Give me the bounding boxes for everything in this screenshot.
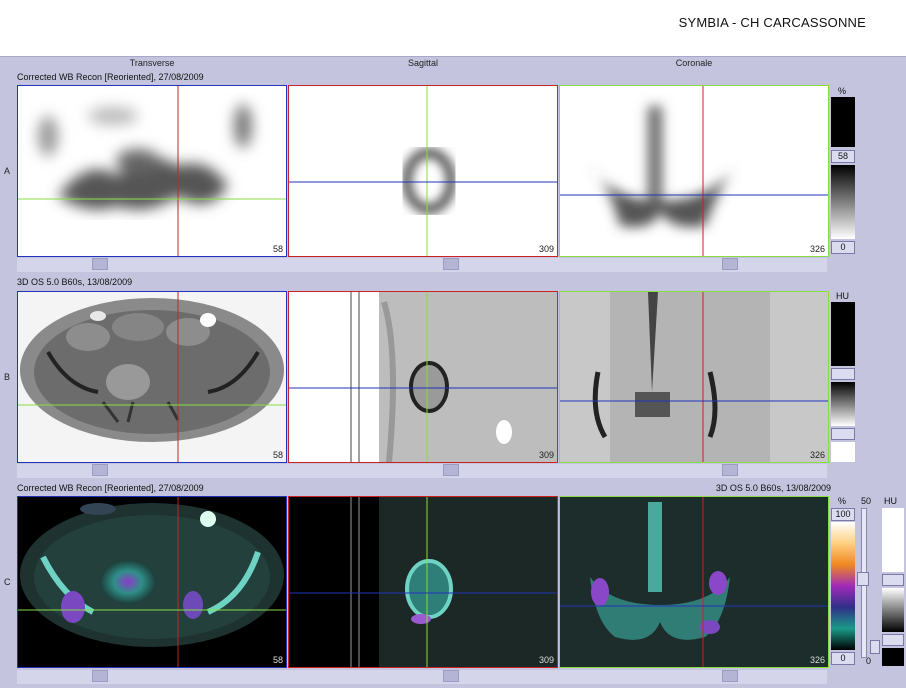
scale-b-unit: HU <box>836 291 849 301</box>
scale-c-fusion-value: 50 <box>861 496 872 506</box>
slice-slider-handle[interactable] <box>92 258 108 270</box>
row-b-series-label: 3D OS 5.0 B60s, 13/08/2009 <box>17 277 133 287</box>
column-header-transverse: Transverse <box>129 58 175 68</box>
row-label-b: B <box>4 372 11 382</box>
viewport-b-sagittal[interactable]: 309 <box>288 291 558 463</box>
slice-slider-handle[interactable] <box>443 670 459 682</box>
pet-min-value[interactable]: 0 <box>831 652 855 665</box>
scale-b-bottom-block <box>831 442 855 462</box>
row-label-c: C <box>4 577 11 587</box>
fusion-lower-handle[interactable] <box>870 640 880 654</box>
viewport-c-sagittal[interactable]: 309 <box>288 496 558 668</box>
slice-number: 326 <box>809 244 825 254</box>
row-c-series-left-label: Corrected WB Recon [Reoriented], 27/08/2… <box>17 483 204 493</box>
fusion-slider-handle[interactable] <box>857 572 869 586</box>
ct-scale-bottom-block <box>882 648 904 666</box>
column-header-coronal: Coronale <box>675 58 713 68</box>
scale-b-upper-handle[interactable] <box>831 368 855 380</box>
scale-a-unit: % <box>838 86 847 96</box>
pet-color-scale <box>831 522 855 650</box>
scale-a-min-value[interactable]: 0 <box>831 241 855 254</box>
slice-slider-handle[interactable] <box>443 258 459 270</box>
slice-number: 58 <box>272 450 283 460</box>
viewport-a-coronal[interactable]: 326 <box>559 85 829 257</box>
slice-slider-handle[interactable] <box>722 670 738 682</box>
slice-number: 309 <box>538 450 554 460</box>
slice-number: 58 <box>272 655 283 665</box>
viewport-c-transverse[interactable]: 58 <box>17 496 287 668</box>
scale-b-top-block <box>831 302 855 366</box>
scale-b-gradient <box>831 382 855 426</box>
slice-slider-handle[interactable] <box>92 464 108 476</box>
slice-number: 309 <box>538 244 554 254</box>
row-a-slider-track <box>17 258 827 272</box>
row-a-series-label: Corrected WB Recon [Reoriented], 27/08/2… <box>17 72 204 82</box>
slice-number: 309 <box>538 655 554 665</box>
scale-c-pet-unit: % <box>838 496 847 506</box>
scale-c-ct-unit: HU <box>884 496 897 506</box>
ct-scale-upper-handle[interactable] <box>882 574 904 586</box>
column-header-sagittal: Sagittal <box>407 58 439 68</box>
viewport-c-coronal[interactable]: 326 <box>559 496 829 668</box>
viewport-b-coronal[interactable]: 326 <box>559 291 829 463</box>
ct-scale-top-block <box>882 508 904 572</box>
slice-slider-handle[interactable] <box>722 258 738 270</box>
scale-a-top-block <box>831 97 855 147</box>
slice-slider-handle[interactable] <box>92 670 108 682</box>
ct-scale-lower-handle[interactable] <box>882 634 904 646</box>
ct-scale-gradient <box>882 588 904 632</box>
row-c-slider-track <box>17 670 827 684</box>
fusion-min-value: 0 <box>866 656 872 666</box>
pet-max-value[interactable]: 100 <box>831 508 855 521</box>
row-b-slider-track <box>17 464 827 478</box>
slice-slider-handle[interactable] <box>722 464 738 476</box>
scale-a-gradient <box>831 165 855 239</box>
viewport-a-transverse[interactable]: 58 <box>17 85 287 257</box>
viewport-b-transverse[interactable]: 58 <box>17 291 287 463</box>
row-label-a: A <box>4 166 11 176</box>
slice-number: 58 <box>272 244 283 254</box>
scale-b-lower-handle[interactable] <box>831 428 855 440</box>
scale-a-max-value[interactable]: 58 <box>831 150 855 163</box>
slice-slider-handle[interactable] <box>443 464 459 476</box>
site-title: SYMBIA - CH CARCASSONNE <box>678 15 866 30</box>
window-header: SYMBIA - CH CARCASSONNE <box>0 0 906 57</box>
row-c-series-right-label: 3D OS 5.0 B60s, 13/08/2009 <box>715 483 831 493</box>
slice-number: 326 <box>809 450 825 460</box>
viewport-a-sagittal[interactable]: 309 <box>288 85 558 257</box>
slice-number: 326 <box>809 655 825 665</box>
